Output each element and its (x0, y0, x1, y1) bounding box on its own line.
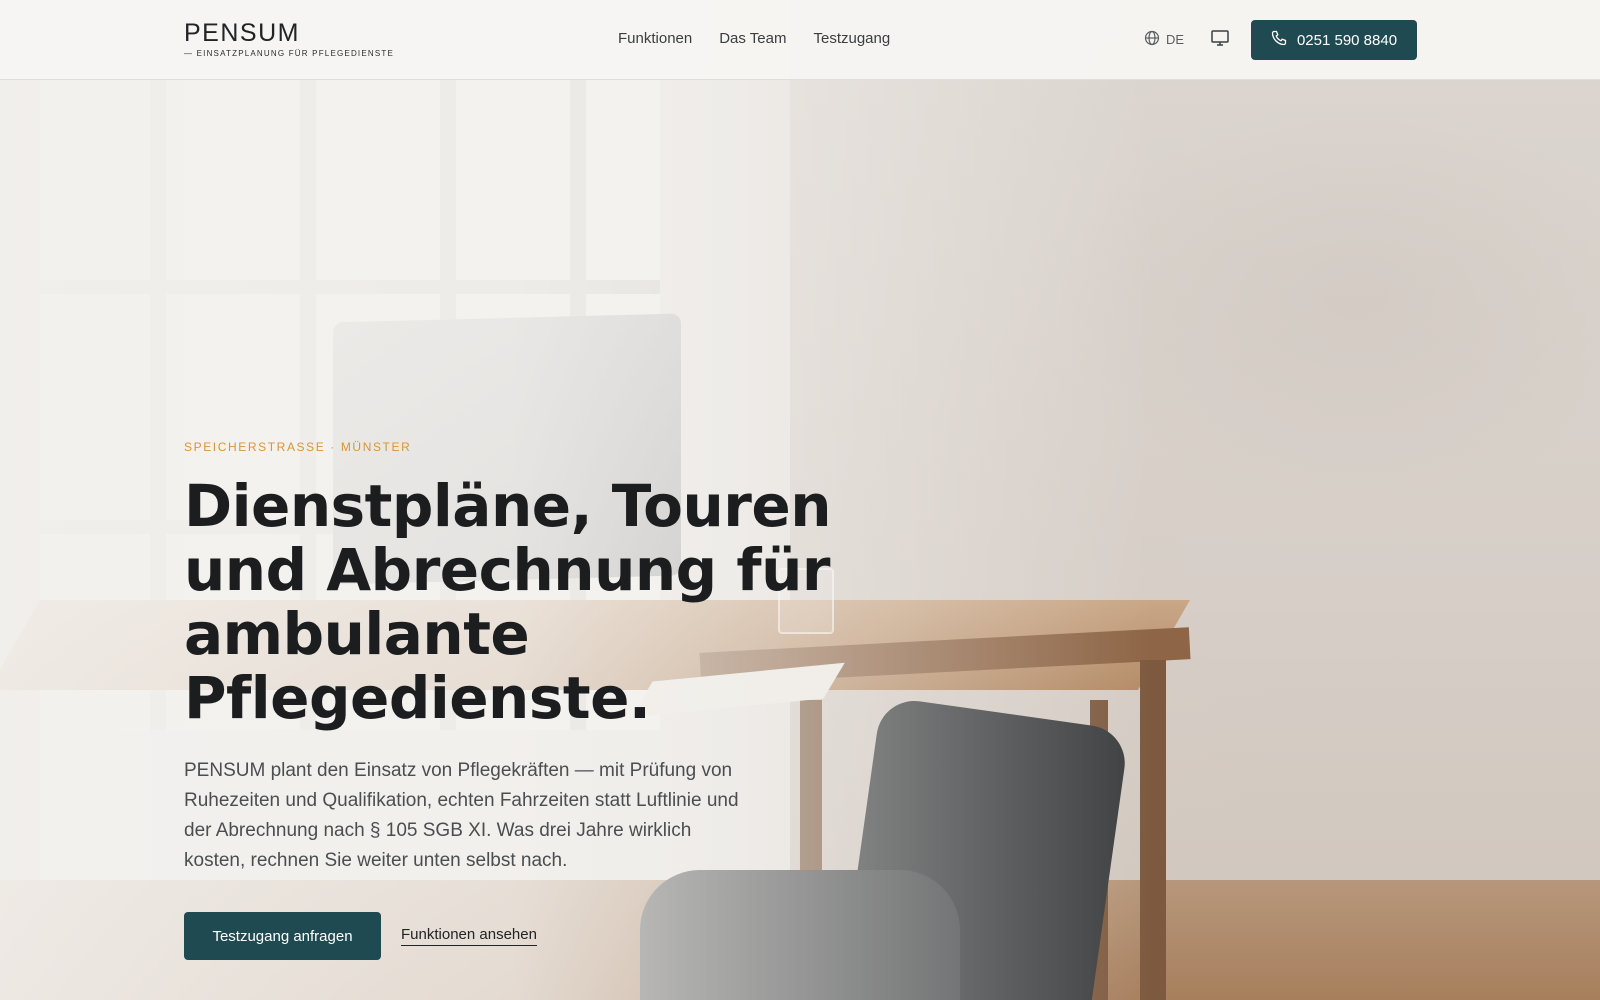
monitor-icon (1210, 30, 1230, 51)
language-switcher[interactable]: DE (1144, 30, 1184, 49)
hero-description: PENSUM plant den Einsatz von Pflegekräft… (184, 760, 739, 871)
language-code: DE (1166, 32, 1185, 47)
phone-number: 0251 590 8840 (1296, 31, 1398, 49)
logo-name: PENSUM (184, 19, 300, 47)
logo-tagline: — EINSATZPLANUNG FÜR PFLEGEDIENSTE (184, 49, 395, 58)
globe-icon (1144, 30, 1160, 49)
nav-link-das-team[interactable]: Das Team (719, 30, 786, 47)
logo[interactable]: PENSUM — EINSATZPLANUNG FÜR PFLEGEDIENST… (184, 19, 394, 58)
site-header: PENSUM — EINSATZPLANUNG FÜR PFLEGEDIENST… (0, 0, 1600, 80)
hero-title-line-3: ambulante Pflegedienste. (184, 600, 651, 732)
main-nav: Funktionen Das Team Testzugang (618, 30, 890, 47)
hero-title-line-1: Dienstpläne, Touren (184, 472, 832, 540)
nav-link-testzugang[interactable]: Testzugang (813, 30, 890, 47)
hero-section: SPEICHERSTRASSE · MÜNSTER Dienstpläne, T… (184, 440, 1004, 960)
hero-title-line-2: und Abrechnung für (184, 536, 831, 604)
view-features-link[interactable]: Funktionen ansehen (401, 926, 537, 946)
nav-link-funktionen[interactable]: Funktionen (618, 30, 692, 47)
hero-cta-group: Testzugang anfragen Funktionen ansehen (184, 912, 1004, 960)
hero-title: Dienstpläne, Touren und Abrechnung für a… (184, 474, 1004, 730)
phone-icon (1271, 30, 1287, 50)
hero-location-eyebrow: SPEICHERSTRASSE · MÜNSTER (184, 440, 412, 454)
display-mode-button[interactable] (1210, 29, 1230, 51)
phone-button[interactable]: 0251 590 8840 (1251, 20, 1417, 60)
request-trial-button[interactable]: Testzugang anfragen (184, 912, 381, 960)
